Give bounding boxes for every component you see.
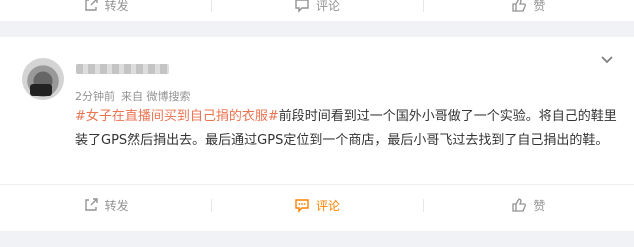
post-meta: 2分钟前 来自 微博搜索 [75,88,191,104]
forward-icon [84,198,98,211]
forward-label: 转发 [104,198,129,213]
post-card: 2分钟前 来自 微博搜索 #女子在直播间买到自己捐的衣服#前段时间看到过一个国外小… [0,37,634,231]
previous-post-card: 转发 评论 赞 [0,0,634,21]
comment-button[interactable]: 评论 [211,0,422,20]
chevron-down-icon[interactable] [598,50,616,68]
comment-label: 评论 [315,0,340,13]
forward-label: 转发 [104,0,129,13]
comment-icon [295,0,309,13]
forward-button[interactable]: 转发 [0,190,211,220]
post-action-bar: 转发 评论 赞 [0,190,634,220]
forward-button[interactable]: 转发 [0,0,211,20]
like-label: 赞 [533,198,546,213]
avatar[interactable] [22,58,64,100]
like-icon [512,0,527,12]
topic-link[interactable]: #女子在直播间买到自己捐的衣服# [75,109,279,124]
like-button[interactable]: 赞 [422,190,634,220]
comment-button[interactable]: 评论 [211,190,422,220]
like-label: 赞 [533,0,546,13]
comment-label: 评论 [315,198,340,213]
post-time[interactable]: 2分钟前 [75,90,115,103]
divider [0,184,634,185]
post-source: 来自 微博搜索 [121,90,191,103]
like-button[interactable]: 赞 [422,0,634,20]
username-blurred[interactable] [76,64,169,74]
post-text: #女子在直播间买到自己捐的衣服#前段时间看到过一个国外小哥做了一个实验。将自己的… [75,105,618,153]
comment-icon [295,199,309,213]
previous-post-action-bar: 转发 评论 赞 [0,0,634,20]
forward-icon [84,0,98,11]
like-icon [512,198,527,212]
